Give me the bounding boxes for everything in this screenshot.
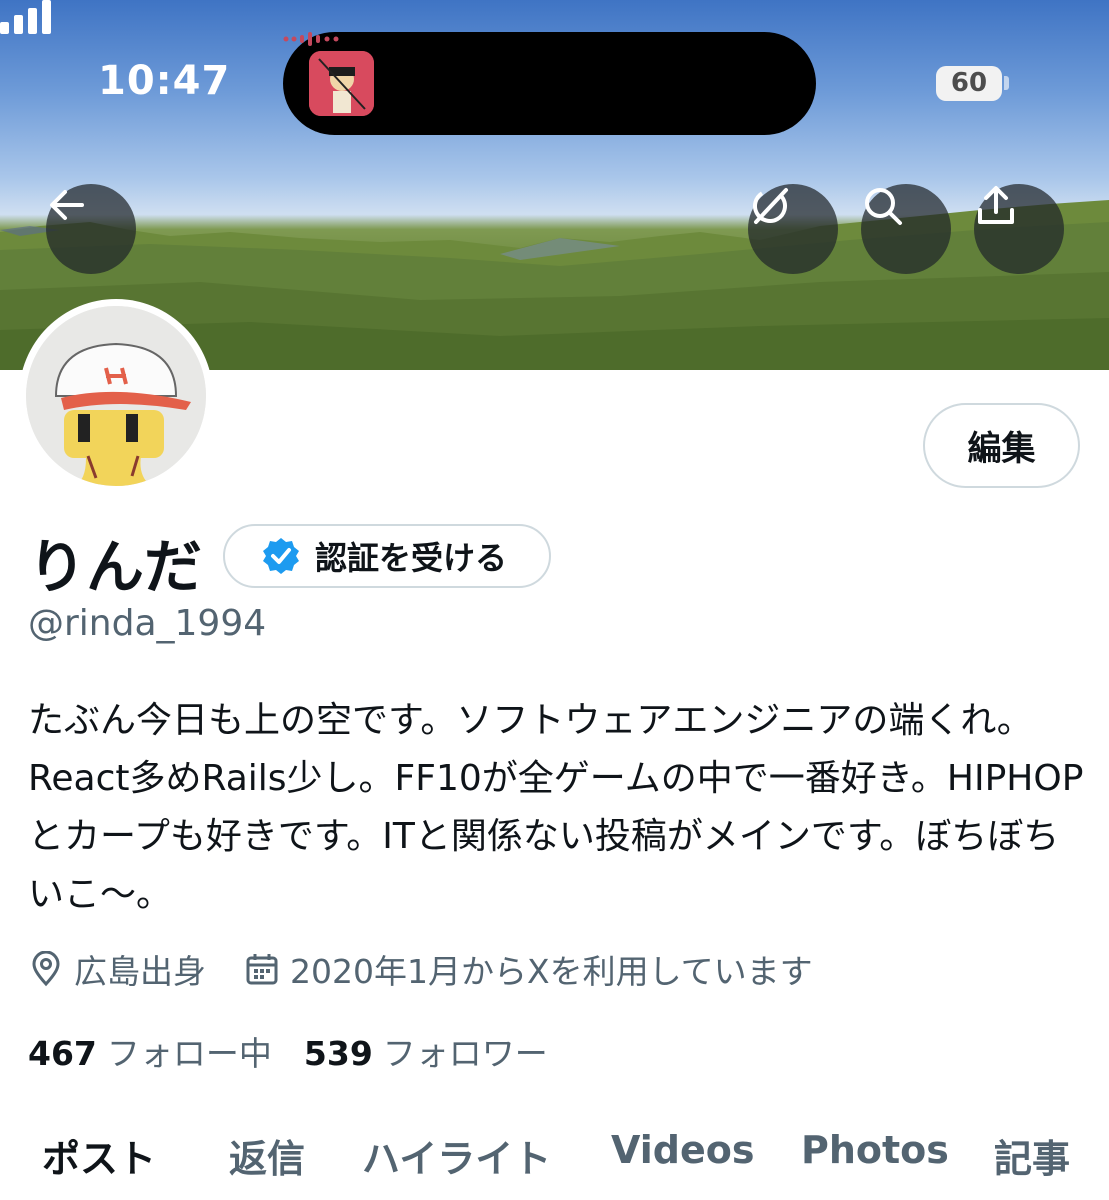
location-item: 広島出身	[28, 945, 206, 993]
tab-videos[interactable]: Videos	[611, 1128, 754, 1172]
display-name: りんだ	[28, 533, 203, 601]
verified-badge-icon	[263, 538, 299, 574]
following-label: フォロー中	[106, 1034, 272, 1073]
audio-waveform-icon	[283, 32, 339, 46]
user-handle: @rinda_1994	[28, 603, 267, 644]
tab-highlights[interactable]: ハイライト	[362, 1128, 551, 1183]
location-pin-icon	[32, 951, 60, 987]
search-button[interactable]	[861, 184, 951, 274]
follow-stats: 467 フォロー中 539 フォロワー	[28, 1027, 548, 1075]
arrow-left-icon	[50, 190, 84, 220]
status-time: 10:47	[98, 58, 231, 104]
grok-button[interactable]	[748, 184, 838, 274]
avatar-image	[26, 306, 206, 486]
battery-nub	[1004, 76, 1009, 90]
get-verified-label: 認証を受ける	[315, 539, 508, 577]
followers-label: フォロワー	[382, 1034, 548, 1073]
calendar-icon	[246, 954, 278, 985]
cellular-signal-icon	[0, 0, 51, 34]
grok-icon	[753, 188, 788, 224]
tab-articles[interactable]: 記事	[994, 1128, 1070, 1183]
tab-photos[interactable]: Photos	[801, 1128, 949, 1172]
back-button[interactable]	[46, 184, 136, 274]
profile-meta: 広島出身 2020年1月からXを利用しています	[28, 945, 851, 993]
joined-item: 2020年1月からXを利用しています	[244, 945, 813, 993]
edit-profile-button[interactable]: 編集	[923, 403, 1080, 488]
profile-bio: たぶん今日も上の空です。ソフトウェアエンジニアの端くれ。React多めRails…	[28, 700, 1084, 915]
followers-link[interactable]: 539 フォロワー	[304, 1027, 548, 1075]
joined-text: 2020年1月からXを利用しています	[290, 952, 813, 991]
get-verified-button[interactable]: 認証を受ける	[223, 524, 551, 588]
profile-avatar[interactable]	[19, 299, 213, 493]
tab-replies[interactable]: 返信	[229, 1128, 305, 1183]
following-link[interactable]: 467 フォロー中	[28, 1027, 272, 1075]
share-icon	[978, 186, 1014, 224]
location-text: 広島出身	[74, 952, 206, 991]
profile-tabs: ポスト 返信 ハイライト Videos Photos 記事	[0, 1128, 1109, 1188]
share-button[interactable]	[974, 184, 1064, 274]
search-icon	[865, 188, 902, 225]
now-playing-artwork	[309, 51, 374, 116]
following-count: 467	[28, 1034, 97, 1073]
battery-indicator: 60	[936, 66, 1002, 101]
tab-posts[interactable]: ポスト	[42, 1128, 156, 1183]
followers-count: 539	[303, 1034, 373, 1073]
dynamic-island[interactable]	[283, 32, 816, 135]
